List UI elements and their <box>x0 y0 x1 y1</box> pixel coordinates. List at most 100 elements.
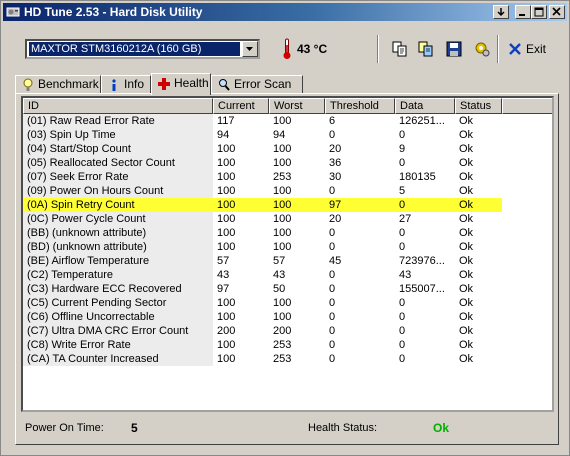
column-header-worst[interactable]: Worst <box>269 98 325 114</box>
tab-label: Benchmark <box>38 77 99 91</box>
maximize-button[interactable] <box>531 5 547 19</box>
cell-worst: 43 <box>273 269 286 281</box>
cell-id: (C7) Ultra DMA CRC Error Count <box>23 324 213 338</box>
table-row[interactable]: (C3) Hardware ECC Recovered 97 50 0 155007..… <box>23 282 502 296</box>
tab-benchmark[interactable]: Benchmark <box>15 75 101 94</box>
cell-worst: 94 <box>273 129 286 141</box>
cell-current: 100 <box>217 213 236 225</box>
window-menu-button[interactable] <box>493 5 509 19</box>
column-header-filler <box>502 98 552 114</box>
table-row[interactable]: (BE) Airflow Temperature 57 57 45 723976... O… <box>23 254 502 268</box>
cell-id: (05) Reallocated Sector Count <box>23 156 213 170</box>
info-icon <box>112 79 116 91</box>
drive-dropdown-button[interactable] <box>242 41 258 57</box>
exit-x-icon <box>509 43 521 55</box>
copy-all-icon[interactable] <box>417 40 435 58</box>
exit-label: Exit <box>526 42 547 56</box>
tab-label: Health <box>174 76 209 90</box>
table-row[interactable]: (CA) TA Counter Increased 100 253 0 0 Ok <box>23 352 502 366</box>
table-row[interactable]: (C2) Temperature 43 43 0 43 Ok <box>23 268 502 282</box>
column-header-threshold[interactable]: Threshold <box>325 98 395 114</box>
cell-data: 5 <box>399 185 406 197</box>
copy-icon[interactable] <box>391 40 409 58</box>
hd-tune-window: HD Tune 2.53 - Hard Disk Utility MAXTOR … <box>0 0 570 456</box>
cell-worst: 100 <box>273 143 292 155</box>
options-icon[interactable] <box>473 40 491 58</box>
cell-current: 43 <box>217 269 230 281</box>
table-row[interactable]: (09) Power On Hours Count 100 100 0 5 Ok <box>23 184 502 198</box>
cell-worst: 50 <box>273 283 286 295</box>
cell-current: 100 <box>217 353 236 365</box>
smart-attributes-list[interactable]: ID Current Worst Threshold Data Status (… <box>21 96 554 412</box>
table-row[interactable]: (C8) Write Error Rate 100 253 0 0 Ok <box>23 338 502 352</box>
drive-select[interactable]: MAXTOR STM3160212A (160 GB) <box>25 39 260 59</box>
magnifier-icon <box>219 79 230 91</box>
close-button[interactable] <box>549 5 565 19</box>
cell-current: 100 <box>217 241 236 253</box>
cell-current: 94 <box>217 129 230 141</box>
cell-worst: 253 <box>273 171 292 183</box>
cell-threshold: 0 <box>329 339 336 351</box>
tab-info[interactable]: Info <box>101 75 151 94</box>
tab-error-scan[interactable]: Error Scan <box>211 75 303 94</box>
save-icon[interactable] <box>445 40 463 58</box>
cell-threshold: 0 <box>329 297 336 309</box>
cell-worst: 57 <box>273 255 286 267</box>
cell-status: Ok <box>459 115 474 127</box>
cell-data: 0 <box>399 241 406 253</box>
cell-status: Ok <box>459 213 474 225</box>
table-row[interactable]: (C5) Current Pending Sector 100 100 0 0 Ok <box>23 296 502 310</box>
column-header-id[interactable]: ID <box>23 98 213 114</box>
title-bar[interactable]: HD Tune 2.53 - Hard Disk Utility <box>3 3 567 21</box>
minimize-button[interactable] <box>515 5 531 19</box>
table-row[interactable]: (BB) (unknown attribute) 100 100 0 0 Ok <box>23 226 502 240</box>
cell-data: 9 <box>399 143 406 155</box>
exit-button[interactable]: Exit <box>508 40 553 58</box>
table-row[interactable]: (BD) (unknown attribute) 100 100 0 0 Ok <box>23 240 502 254</box>
power-on-time-value: 5 <box>131 421 138 435</box>
cell-status: Ok <box>459 129 474 141</box>
cell-id: (01) Raw Read Error Rate <box>23 114 213 128</box>
cell-worst: 100 <box>273 227 292 239</box>
table-row[interactable]: (01) Raw Read Error Rate 117 100 6 126251...… <box>23 114 502 128</box>
cell-threshold: 45 <box>329 255 342 267</box>
tab-health[interactable]: Health <box>151 73 211 95</box>
cell-current: 100 <box>217 339 236 351</box>
minimize-icon <box>519 14 525 16</box>
status-area: Power On Time: 5 Health Status: Ok <box>21 412 554 442</box>
cell-status: Ok <box>459 241 474 253</box>
cell-current: 97 <box>217 283 230 295</box>
cell-data: 0 <box>399 227 406 239</box>
cell-worst: 100 <box>273 199 292 211</box>
table-row[interactable]: (0A) Spin Retry Count 100 100 97 0 Ok <box>23 198 502 212</box>
cell-threshold: 0 <box>329 353 336 365</box>
cell-status: Ok <box>459 269 474 281</box>
cell-threshold: 0 <box>329 227 336 239</box>
table-row[interactable]: (03) Spin Up Time 94 94 0 0 Ok <box>23 128 502 142</box>
cell-data: 155007... <box>399 283 445 295</box>
cell-id: (BE) Airflow Temperature <box>23 254 213 268</box>
table-row[interactable]: (C6) Offline Uncorrectable 100 100 0 0 Ok <box>23 310 502 324</box>
cell-current: 100 <box>217 157 236 169</box>
table-row[interactable]: (05) Reallocated Sector Count 100 100 36 0 Ok <box>23 156 502 170</box>
column-header-status[interactable]: Status <box>455 98 502 114</box>
column-header-current[interactable]: Current <box>213 98 269 114</box>
table-row[interactable]: (0C) Power Cycle Count 100 100 20 27 Ok <box>23 212 502 226</box>
maximize-icon <box>534 7 544 17</box>
power-on-time-label: Power On Time: <box>25 422 104 434</box>
cell-status: Ok <box>459 227 474 239</box>
cell-data: 180135 <box>399 171 436 183</box>
cell-id: (09) Power On Hours Count <box>23 184 213 198</box>
table-row[interactable]: (07) Seek Error Rate 100 253 30 180135 Ok <box>23 170 502 184</box>
cell-threshold: 0 <box>329 185 336 197</box>
cell-status: Ok <box>459 339 474 351</box>
cell-status: Ok <box>459 353 474 365</box>
arrow-down-icon <box>497 8 505 17</box>
table-row[interactable]: (C7) Ultra DMA CRC Error Count 200 200 0 0 Ok <box>23 324 502 338</box>
cell-threshold: 0 <box>329 241 336 253</box>
cell-id: (BD) (unknown attribute) <box>23 240 213 254</box>
cell-current: 57 <box>217 255 230 267</box>
cell-threshold: 0 <box>329 269 336 281</box>
column-header-data[interactable]: Data <box>395 98 455 114</box>
table-row[interactable]: (04) Start/Stop Count 100 100 20 9 Ok <box>23 142 502 156</box>
